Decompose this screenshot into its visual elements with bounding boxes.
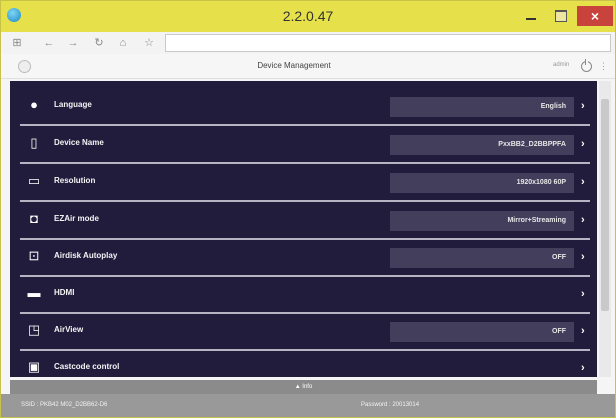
hdmi-icon: ▬ — [27, 285, 41, 300]
setting-row-hdmi[interactable]: ▬ HDMI › — [20, 277, 590, 314]
refresh-icon[interactable]: ↻ — [91, 35, 107, 51]
minimize-button[interactable] — [517, 6, 545, 26]
chevron-right-icon[interactable]: › — [581, 175, 585, 189]
maximize-button[interactable] — [549, 6, 573, 26]
setting-value[interactable]: Mirror+Streaming — [390, 211, 574, 231]
chevron-right-icon[interactable]: › — [581, 213, 585, 227]
forward-icon[interactable]: → — [65, 35, 81, 51]
chevron-right-icon[interactable]: › — [581, 250, 585, 264]
setting-label: Device Name — [54, 138, 104, 147]
scrollbar-thumb[interactable] — [601, 99, 609, 311]
power-icon[interactable] — [581, 59, 592, 72]
setting-label: AirView — [54, 325, 84, 334]
chevron-right-icon[interactable]: › — [581, 361, 585, 375]
setting-row-airview[interactable]: ◳ AirView OFF › — [20, 314, 590, 351]
setting-value[interactable]: PxxBB2_D2BBPPFA — [390, 135, 574, 155]
airdisk-icon: ⊡ — [28, 248, 40, 263]
setting-label: Resolution — [54, 176, 96, 185]
setting-label: HDMI — [54, 288, 75, 297]
setting-row-airdisk-autoplay[interactable]: ⊡ Airdisk Autoplay OFF › — [20, 240, 590, 277]
device-icon: ▯ — [30, 135, 38, 150]
setting-row-ezair-mode[interactable]: ◘ EZAir mode Mirror+Streaming › — [20, 203, 590, 240]
user-name: admin — [553, 62, 570, 68]
setting-row-castcode-control[interactable]: ▣ Castcode control › — [20, 351, 590, 377]
setting-value[interactable]: English — [390, 97, 574, 117]
setting-row-device-name[interactable]: ▯ Device Name PxxBB2_D2BBPPFA › — [20, 127, 590, 164]
home-icon[interactable]: ⌂ — [115, 35, 131, 51]
bookmark-icon[interactable]: ☆ — [141, 35, 157, 51]
castcode-icon: ▣ — [27, 359, 41, 374]
setting-value[interactable]: 1920x1080 60P — [390, 173, 574, 193]
page-title: Device Management — [257, 61, 331, 70]
setting-value[interactable]: OFF — [390, 322, 574, 342]
address-bar[interactable] — [165, 34, 611, 52]
chevron-right-icon[interactable]: › — [581, 287, 585, 301]
setting-label: Castcode control — [54, 362, 120, 371]
settings-list: ● Language English › ▯ Device Name PxxBB… — [10, 81, 597, 377]
scrollbar[interactable] — [599, 81, 611, 377]
chevron-right-icon[interactable]: › — [581, 324, 585, 338]
password-text: Password : 20013014 — [361, 402, 420, 408]
info-toggle-button[interactable]: ▲ Info — [10, 380, 597, 394]
page-header: Device Management admin ⋮ — [1, 54, 615, 79]
setting-value[interactable]: OFF — [390, 248, 574, 268]
chevron-right-icon[interactable]: › — [581, 137, 585, 151]
navigation-bar: ⊞ ← → ↻ ⌂ ☆ — [1, 32, 615, 55]
globe-icon: ● — [30, 97, 38, 112]
grid-icon[interactable]: ⊞ — [9, 35, 25, 51]
title-bar[interactable]: 2.2.0.47 × — [1, 1, 615, 32]
setting-label: Language — [54, 100, 92, 109]
app-window: 2.2.0.47 × ⊞ ← → ↻ ⌂ ☆ Device Management… — [0, 0, 616, 418]
chevron-right-icon[interactable]: › — [581, 99, 585, 113]
ezair-icon: ◘ — [30, 211, 38, 226]
ssid-text: SSID : PKB42 M02_D2BB62-D6 — [21, 402, 108, 408]
monitor-icon: ▭ — [27, 173, 41, 188]
setting-label: EZAir mode — [54, 214, 99, 223]
status-bar: SSID : PKB42 M02_D2BB62-D6 Password : 20… — [1, 394, 615, 417]
setting-row-language[interactable]: ● Language English › — [20, 89, 590, 126]
close-button[interactable]: × — [577, 6, 613, 26]
setting-row-resolution[interactable]: ▭ Resolution 1920x1080 60P › — [20, 165, 590, 202]
menu-dots-icon[interactable]: ⋮ — [599, 60, 608, 72]
airview-icon: ◳ — [27, 322, 41, 337]
back-icon[interactable]: ← — [41, 35, 57, 51]
setting-label: Airdisk Autoplay — [54, 251, 118, 260]
